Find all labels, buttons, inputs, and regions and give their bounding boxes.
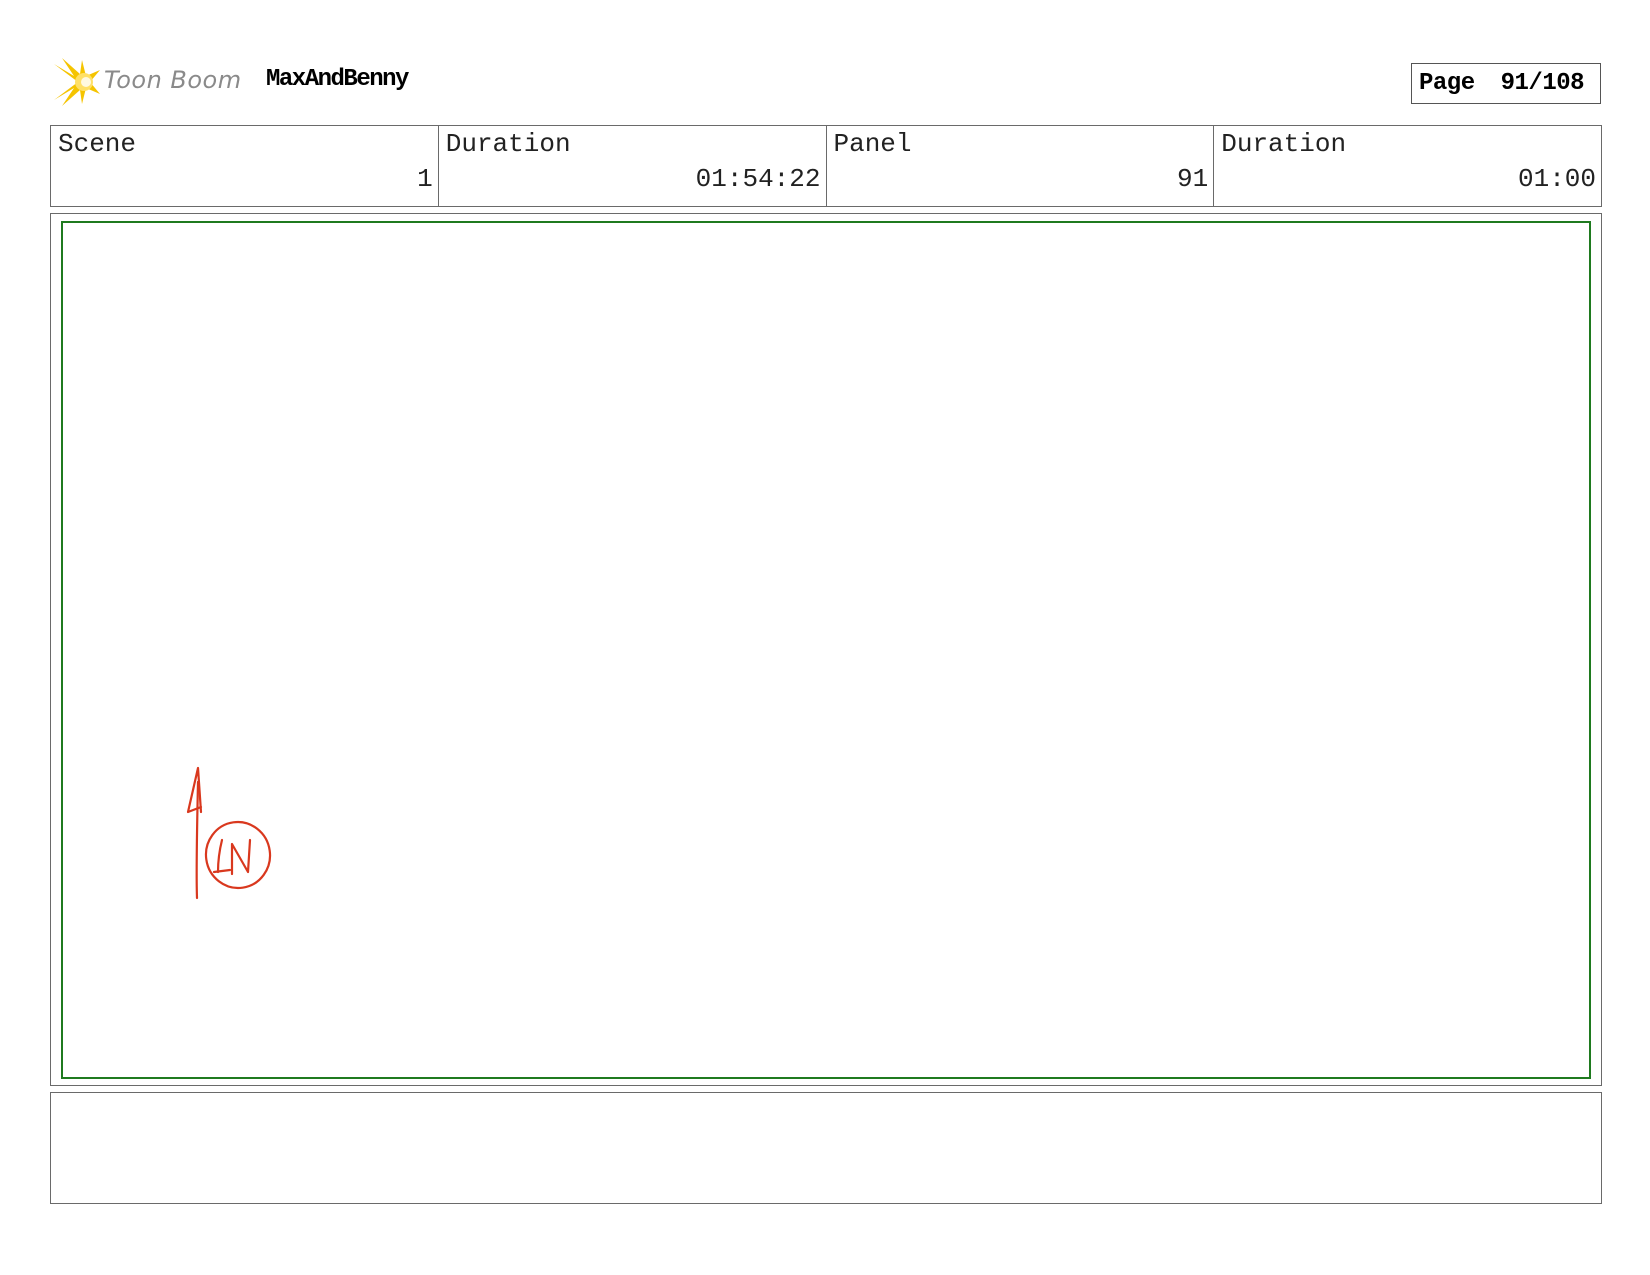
scene-duration-label: Duration [445,129,571,159]
panel-value: 91 [1177,164,1209,194]
panel-image-area [61,221,1591,1079]
scene-label: Scene [58,129,137,159]
panel-notes-box [50,1092,1602,1204]
scene-info-table: Scene 1 Duration 01:54:22 Panel 91 Durat… [50,125,1602,207]
scene-duration-value: 01:54:22 [695,164,821,194]
page-indicator: Page 91/108 [1411,63,1601,104]
scene-duration-cell: Duration 01:54:22 [439,126,827,206]
panel-duration-cell: Duration 01:00 [1214,126,1601,206]
panel-cell: Panel 91 [827,126,1215,206]
scene-value: 1 [417,164,433,194]
logo-wordmark: Toon Boom [104,66,242,94]
arrow-up-icon [195,780,200,900]
panel-duration-label: Duration [1221,129,1347,159]
scene-cell: Scene 1 [51,126,439,206]
project-title: MaxAndBenny [266,66,409,93]
panel-duration-value: 01:00 [1517,164,1596,194]
panel-label: Panel [833,129,912,159]
page-number: 91/108 [1500,70,1585,97]
page-label: Page [1419,70,1475,97]
starburst-icon [54,58,100,106]
camera-in-annotation [186,766,272,900]
